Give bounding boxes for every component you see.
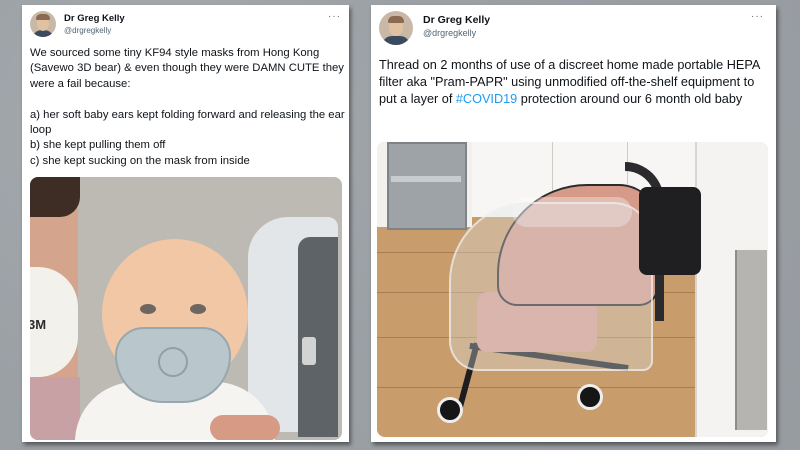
tweet-header: Dr Greg Kelly @drgregkelly [30,11,125,41]
filter-bag [639,187,701,275]
hashtag-link[interactable]: #COVID19 [456,92,517,106]
author-name[interactable]: Dr Greg Kelly [423,15,490,26]
author-handle[interactable]: @drgregkelly [64,26,125,35]
ellipsis-icon[interactable]: ··· [751,11,764,22]
tweet-photo[interactable]: 3M [30,177,342,440]
tweet-text-part: protection around our 6 month old baby [517,92,743,106]
dishwasher [387,142,467,230]
avatar[interactable] [30,11,56,37]
tweet-photo[interactable] [377,142,768,437]
tweet-text: We sourced some tiny KF94 style masks fr… [30,47,345,167]
tweet-text: Thread on 2 months of use of a discreet … [379,57,764,108]
mask-brand-text: 3M [30,317,47,332]
author-handle[interactable]: @drgregkelly [423,28,490,38]
avatar[interactable] [379,11,413,45]
tweet-header: Dr Greg Kelly @drgregkelly [379,11,490,45]
pram-wheel [577,384,603,410]
author-name[interactable]: Dr Greg Kelly [64,14,125,24]
ellipsis-icon[interactable]: ··· [328,11,341,22]
pram-wheel [437,397,463,423]
tweet-card-right[interactable]: Dr Greg Kelly @drgregkelly ··· Thread on… [371,5,776,442]
pram-raincover [449,202,653,371]
tweet-card-left[interactable]: Dr Greg Kelly @drgregkelly ··· We source… [22,5,349,442]
